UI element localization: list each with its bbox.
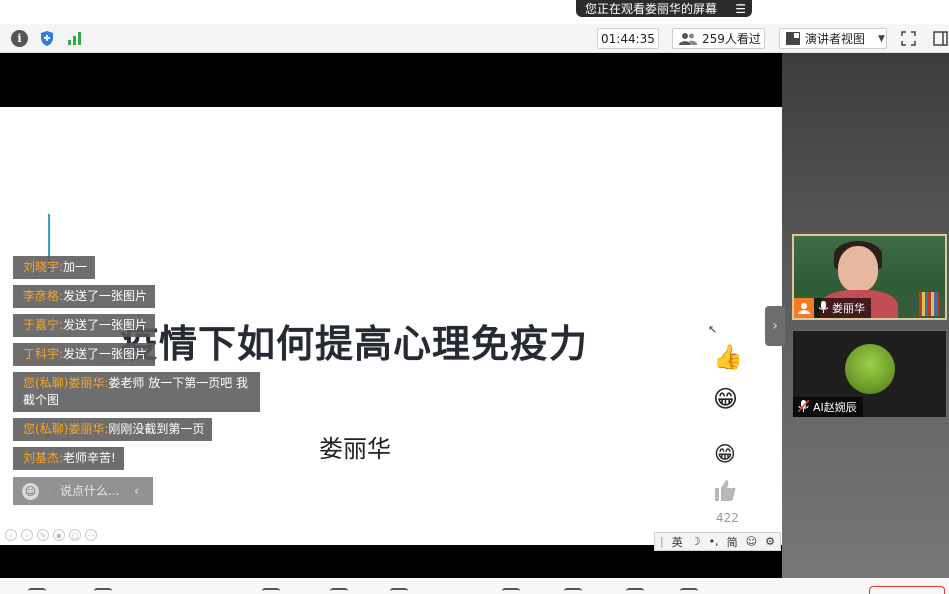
- chat-message: 李彦格:发送了一张图片: [13, 285, 156, 308]
- chat-message: 您(私聊)娄丽华:娄老师 放一下第一页吧 我截个图: [13, 372, 260, 412]
- viewer-count-text: 259人看过: [702, 32, 761, 46]
- emoji-icon[interactable]: ☺: [22, 482, 39, 500]
- mouse-cursor-icon: ↖: [708, 323, 718, 336]
- participant-tile[interactable]: AI赵婉辰: [792, 330, 947, 418]
- punctuation-icon[interactable]: •,: [709, 535, 719, 548]
- chat-text: 刚刚没截到第一页: [108, 422, 205, 436]
- fullscreen-icon[interactable]: [900, 30, 917, 47]
- participant-tile[interactable]: 娄丽华: [792, 234, 947, 320]
- toolbar: i 01:44:35 259人看过 演讲者视图 ▼: [0, 24, 949, 53]
- chat-sender: 丁科宇:: [23, 347, 64, 361]
- chat-text: 发送了一张图片: [63, 347, 148, 361]
- chat-text: 发送了一张图片: [63, 318, 148, 332]
- collapse-chevron-icon[interactable]: ‹: [134, 484, 139, 499]
- shield-icon[interactable]: [38, 30, 55, 47]
- chat-sender: 刘晓宇:: [23, 260, 64, 274]
- chevron-down-icon: ▼: [878, 33, 885, 44]
- ime-toolbar: | 英 ☽ •, 简 ☺ ⚙: [654, 532, 781, 551]
- info-icon[interactable]: i: [11, 30, 28, 47]
- chat-sender: 您(私聊)娄丽华:: [23, 422, 109, 436]
- like-button[interactable]: [712, 477, 738, 509]
- viewer-count[interactable]: 259人看过: [672, 28, 765, 49]
- like-count: 422: [716, 511, 739, 525]
- chat-text: 老师辛苦!: [63, 451, 116, 465]
- grin-emoji-icon: 😁: [713, 385, 739, 413]
- microphone-muted-icon: [797, 398, 810, 415]
- menu-icon[interactable]: ☰: [735, 2, 746, 16]
- chat-message: 刘晓宇:加一: [13, 256, 96, 279]
- participant-name: AI赵婉辰: [813, 401, 857, 414]
- people-icon: [679, 33, 697, 45]
- more-icon[interactable]: ⋯: [85, 529, 97, 541]
- participant-face: [838, 246, 878, 292]
- participants-icon[interactable]: [330, 588, 348, 594]
- chat-sender: 于嘉宁:: [23, 318, 64, 332]
- presenter-icon: [794, 298, 814, 318]
- collapse-panel-button[interactable]: ›: [765, 306, 785, 346]
- timer-text: 01:44:35: [601, 31, 655, 46]
- bookshelf: [919, 292, 939, 316]
- microphone-icon[interactable]: [28, 588, 46, 594]
- chat-sender: 您(私聊)娄丽华:: [23, 376, 109, 390]
- camera-icon[interactable]: [94, 588, 112, 594]
- chat-sender: 刘基杰:: [23, 451, 64, 465]
- emoji-icon[interactable]: ☺: [746, 535, 757, 548]
- chat-icon[interactable]: [390, 588, 408, 594]
- prev-page-icon[interactable]: ‹: [5, 529, 17, 541]
- apps-icon[interactable]: [564, 588, 582, 594]
- participant-name-bar: 娄丽华: [794, 298, 871, 318]
- bottom-control-bar: [0, 578, 949, 594]
- participant-name: 娄丽华: [832, 302, 865, 315]
- settings-icon[interactable]: [680, 588, 698, 594]
- session-timer: 01:44:35: [597, 28, 659, 49]
- chat-message: 于嘉宁:发送了一张图片: [13, 314, 156, 337]
- signal-icon[interactable]: [66, 30, 83, 47]
- record-icon[interactable]: [502, 588, 520, 594]
- slide-author: 娄丽华: [319, 435, 391, 463]
- more-icon[interactable]: [626, 588, 644, 594]
- slide-title: 疫情下如何提高心理免疫力: [120, 322, 589, 366]
- pen-icon[interactable]: ✎: [37, 529, 49, 541]
- view-mode-label: 演讲者视图: [805, 32, 866, 46]
- leave-button[interactable]: [869, 586, 945, 594]
- slide-page-controls: ‹ › ✎ ▪ ○ ⋯: [5, 529, 97, 541]
- chat-message: 您(私聊)娄丽华:刚刚没截到第一页: [13, 418, 213, 441]
- view-mode-select[interactable]: 演讲者视图 ▼: [779, 28, 887, 49]
- microphone-icon: [818, 300, 829, 316]
- layout-icon[interactable]: [932, 30, 949, 47]
- chat-text: 发送了一张图片: [63, 289, 148, 303]
- chat-text: 加一: [63, 260, 88, 274]
- moon-icon[interactable]: ☽: [691, 535, 701, 548]
- ime-simplified[interactable]: 简: [727, 534, 738, 550]
- banner-text: 您正在观看娄丽华的屏幕: [585, 2, 718, 16]
- chat-message: 刘基杰:老师辛苦!: [13, 447, 124, 470]
- chat-message: 丁科宇:发送了一张图片: [13, 343, 156, 366]
- chat-sender: 李彦格:: [23, 289, 64, 303]
- share-icon[interactable]: [262, 588, 280, 594]
- chat-input-bar: ☺ ‹: [13, 477, 153, 505]
- divider: [49, 483, 50, 499]
- ime-mode[interactable]: 英: [672, 534, 683, 550]
- grin-emoji-icon: 😁: [714, 442, 736, 466]
- screen-share-banner: 您正在观看娄丽华的屏幕 ☰: [576, 0, 752, 17]
- chat-input[interactable]: [60, 484, 126, 498]
- avatar: [845, 344, 895, 394]
- presenter-view-icon: [786, 32, 800, 45]
- gear-icon[interactable]: ⚙: [765, 535, 775, 548]
- zoom-icon[interactable]: ○: [69, 529, 81, 541]
- ime-handle-icon: |: [660, 535, 664, 548]
- participant-name-bar: AI赵婉辰: [793, 397, 863, 417]
- thumbs-up-icon: 👍: [713, 343, 743, 371]
- lock-icon[interactable]: ▪: [53, 529, 65, 541]
- next-page-icon[interactable]: ›: [21, 529, 33, 541]
